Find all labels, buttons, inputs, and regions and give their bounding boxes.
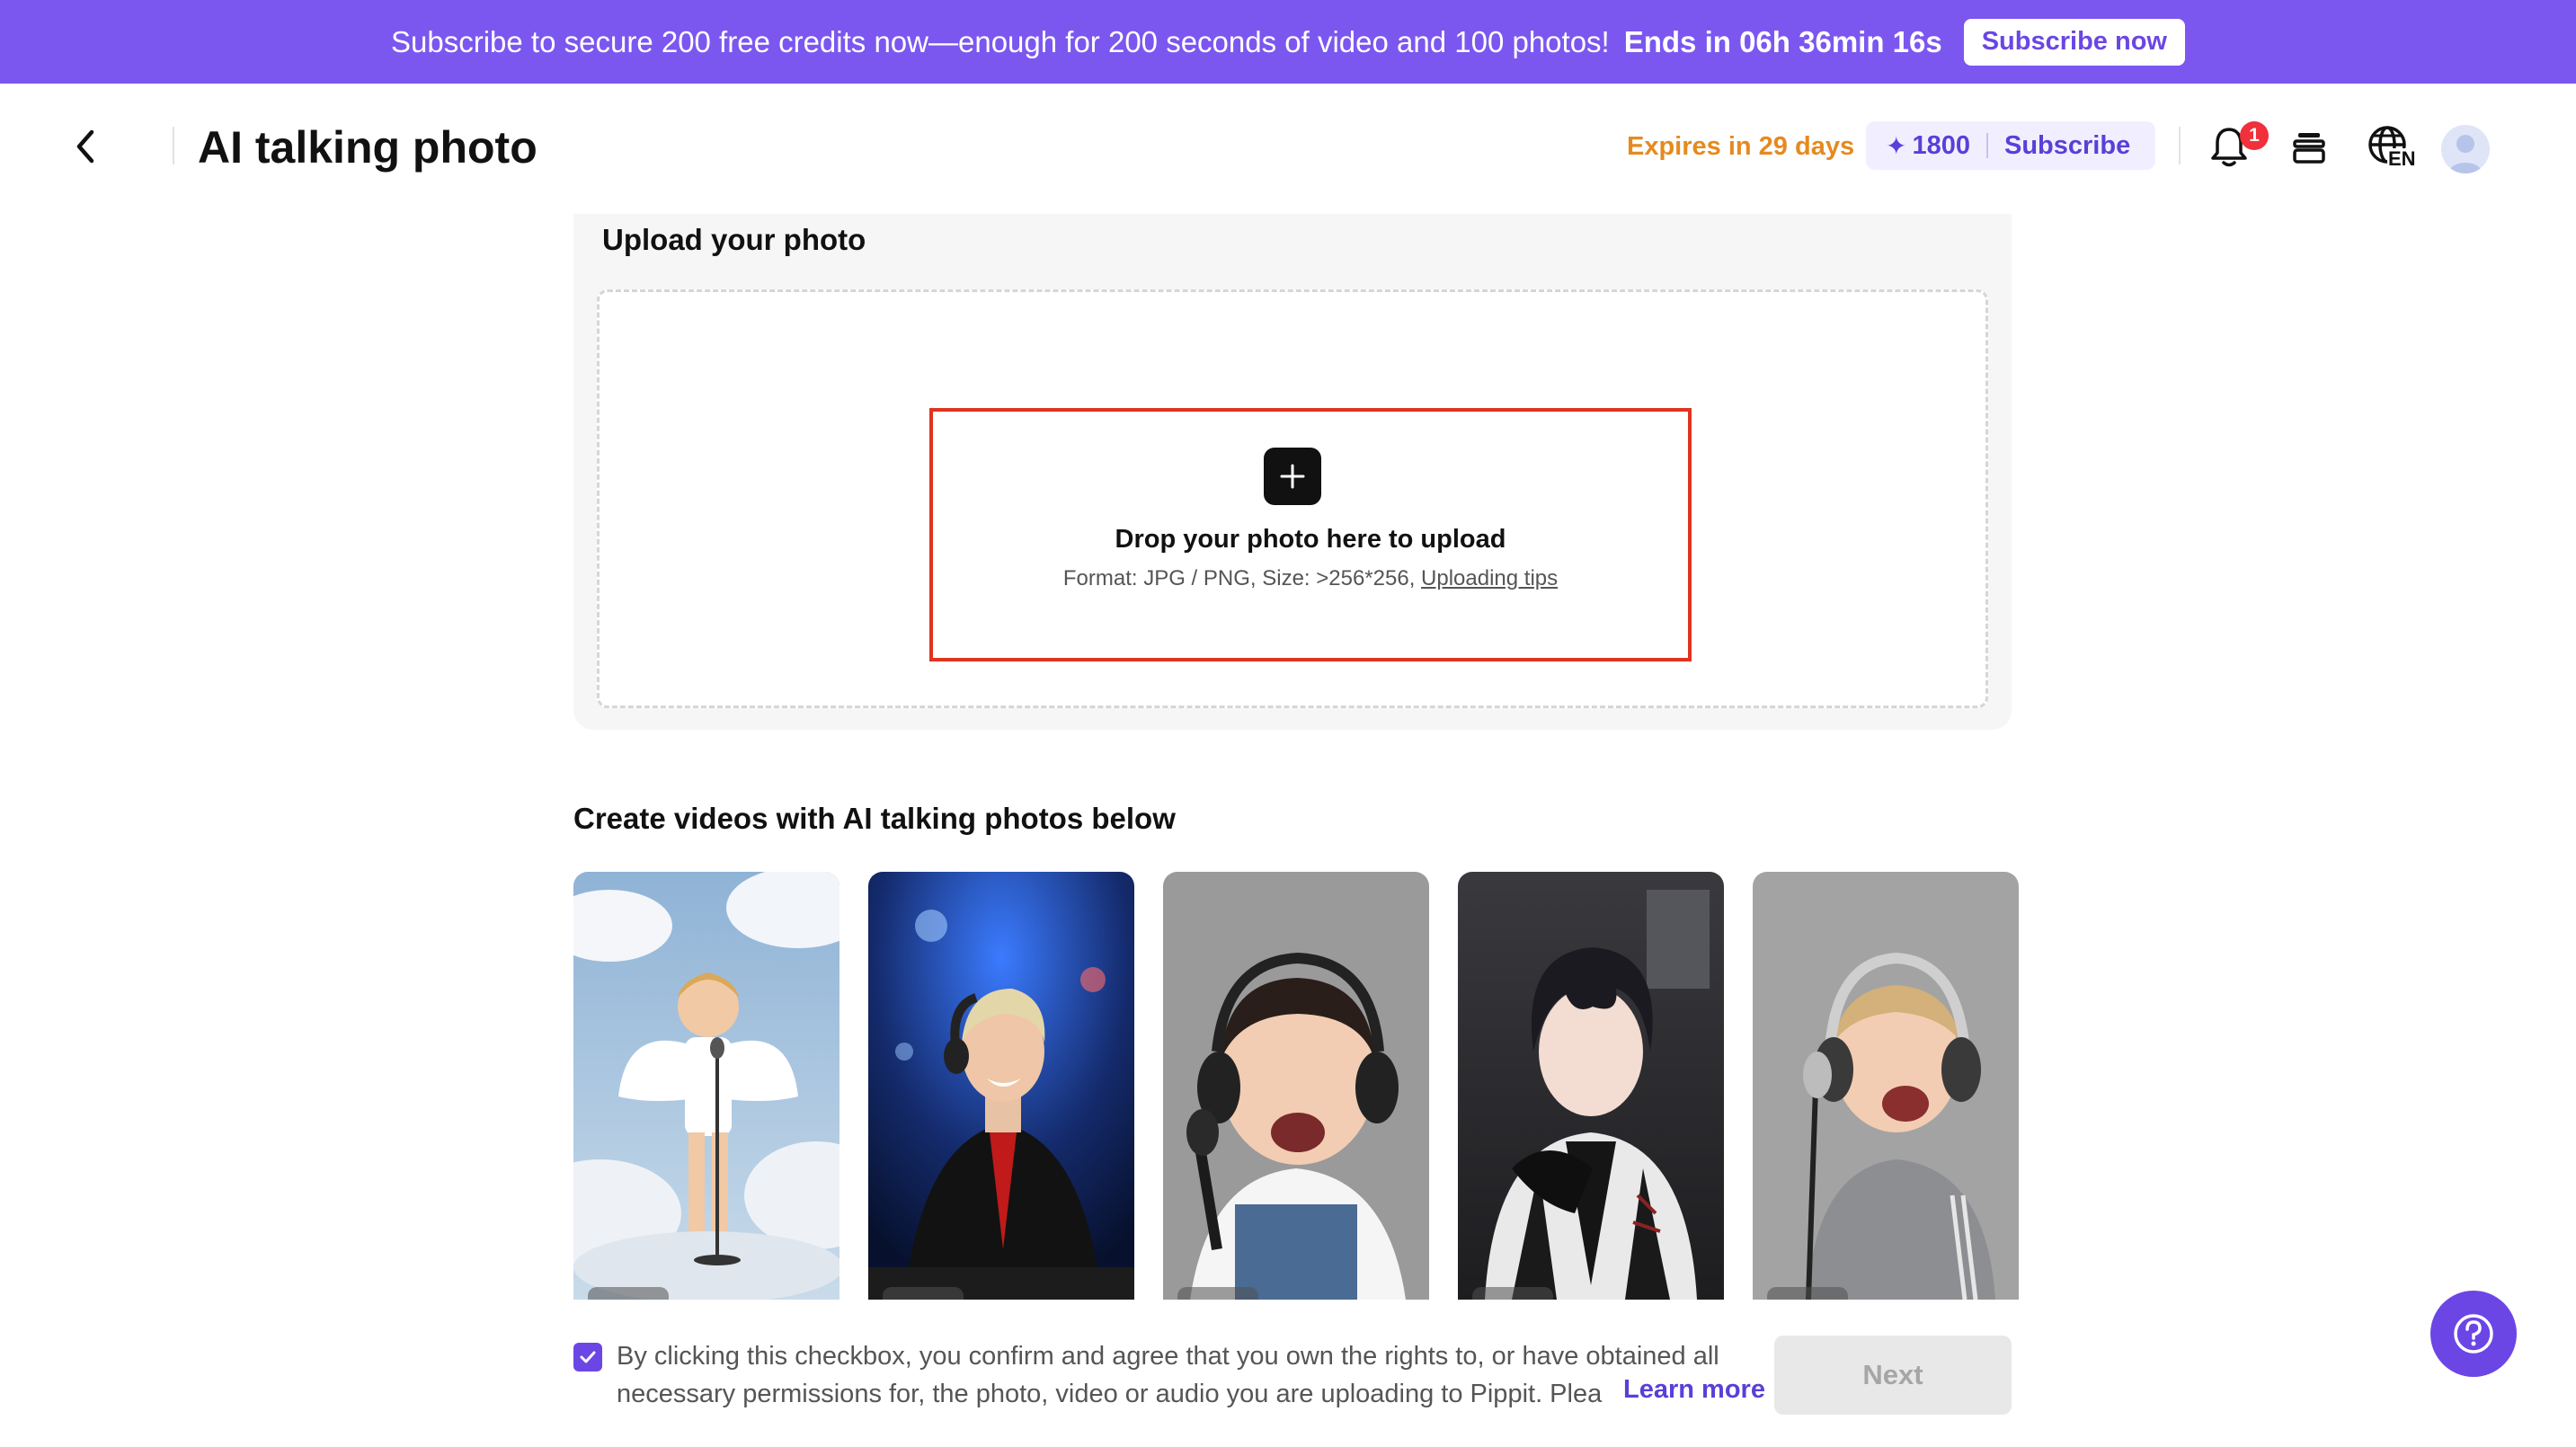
plus-icon xyxy=(1280,464,1305,489)
consent-checkbox[interactable] xyxy=(573,1343,602,1372)
credits-pill[interactable]: ✦ 1800 Subscribe xyxy=(1866,121,2155,170)
gallery-item-angel-toddler[interactable] xyxy=(573,872,839,1300)
subscribe-link[interactable]: Subscribe xyxy=(2004,131,2130,161)
notification-badge: 1 xyxy=(2240,121,2269,150)
uploading-tips-link[interactable]: Uploading tips xyxy=(1421,566,1558,590)
format-text: Format: JPG / PNG, Size: >256*256, xyxy=(1062,566,1422,590)
stack-icon xyxy=(2293,133,2325,164)
consent-line-2: necessary permissions for, the photo, vi… xyxy=(617,1380,1603,1408)
avatar[interactable] xyxy=(2441,125,2490,173)
footer-bar: By clicking this checkbox, you confirm a… xyxy=(0,1300,2576,1447)
page-title: AI talking photo xyxy=(198,122,537,173)
thumb-overlay xyxy=(1472,1287,1553,1300)
drop-title: Drop your photo here to upload xyxy=(1115,525,1506,554)
angel-toddler-image xyxy=(573,872,839,1300)
header-divider xyxy=(173,127,174,164)
promo-countdown: Ends in 06h 36min 16s xyxy=(1623,24,1942,58)
question-icon xyxy=(2454,1314,2493,1354)
thumb-overlay xyxy=(1767,1287,1848,1300)
add-photo-button[interactable] xyxy=(1264,448,1321,505)
promo-banner: Subscribe to secure 200 free credits now… xyxy=(0,0,2576,84)
header-divider-2 xyxy=(2179,127,2181,164)
anime-man-image xyxy=(1458,872,1724,1300)
gallery-item-dj-man[interactable] xyxy=(868,872,1134,1300)
next-button[interactable]: Next xyxy=(1774,1336,2012,1415)
dj-man-image xyxy=(868,872,1134,1300)
gallery-title: Create videos with AI talking photos bel… xyxy=(573,802,1176,835)
expires-label[interactable]: Expires in 29 days xyxy=(1627,132,1854,162)
language-code: EN xyxy=(2387,147,2417,170)
credits-count: 1800 xyxy=(1912,130,1970,160)
gallery-item-baby-headphones[interactable] xyxy=(1163,872,1429,1300)
assets-button[interactable] xyxy=(2285,123,2333,172)
promo-message: Subscribe to secure 200 free credits now… xyxy=(391,24,1610,58)
credits-separator xyxy=(1985,133,1988,158)
check-icon xyxy=(580,1351,596,1363)
toddler-singing-image xyxy=(1753,872,2019,1300)
gallery-item-toddler-singing[interactable] xyxy=(1753,872,2019,1300)
drop-format: Format: JPG / PNG, Size: >256*256, Uploa… xyxy=(929,566,1692,591)
thumb-overlay xyxy=(1177,1287,1258,1300)
consent-line-1: By clicking this checkbox, you confirm a… xyxy=(617,1342,1719,1371)
thumb-overlay xyxy=(588,1287,669,1300)
user-icon xyxy=(2448,135,2483,173)
chevron-left-icon xyxy=(76,129,94,164)
sparkle-icon: ✦ xyxy=(1886,131,1907,160)
gallery-item-anime-man[interactable] xyxy=(1458,872,1724,1300)
back-button[interactable] xyxy=(63,124,108,169)
example-gallery xyxy=(573,872,2019,1300)
consent-text: By clicking this checkbox, you confirm a… xyxy=(617,1337,1749,1413)
thumb-overlay xyxy=(883,1287,964,1300)
subscribe-now-button[interactable]: Subscribe now xyxy=(1963,18,2185,66)
learn-more-link[interactable]: Learn more xyxy=(1612,1375,1765,1405)
help-button[interactable] xyxy=(2430,1291,2517,1377)
page-header: AI talking photo Expires in 29 days ✦ 18… xyxy=(0,84,2576,215)
baby-headphones-image xyxy=(1163,872,1429,1300)
upload-title: Upload your photo xyxy=(602,223,866,256)
